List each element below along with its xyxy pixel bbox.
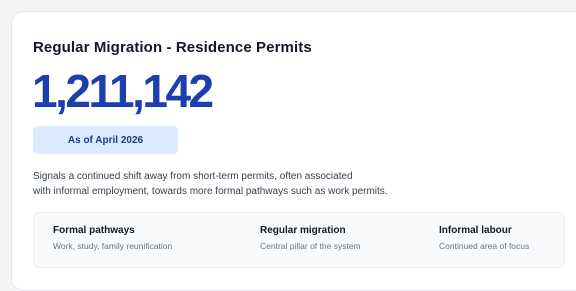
description-line: Signals a continued shift away from shor…: [33, 171, 353, 182]
residence-permits-card: Regular Migration - Residence Permits 1,…: [11, 11, 576, 291]
pathway-formal: Formal pathways Work, study, family reun…: [53, 225, 172, 251]
pathway-subtitle: Work, study, family reunification: [53, 241, 173, 251]
pathway-title: Informal labour: [439, 225, 512, 236]
pathway-title: Formal pathways: [53, 225, 135, 236]
pathway-subtitle: Central pillar of the system: [260, 241, 361, 251]
pathway-title: Regular migration: [260, 225, 346, 236]
pathway-regular-migration: Regular migration Central pillar of the …: [260, 225, 361, 251]
total-permits-value: 1,211,142: [32, 65, 214, 117]
card-description: Signals a continued shift away from shor…: [33, 169, 433, 199]
pathways-panel: Formal pathways Work, study, family reun…: [33, 212, 565, 268]
pathway-subtitle: Continued area of focus: [439, 241, 530, 251]
description-line: with informal employment, towards more f…: [33, 186, 388, 197]
as-of-date-badge: As of April 2026: [33, 126, 178, 154]
pathway-informal-labour: Informal labour Continued area of focus: [439, 225, 529, 251]
card-title: Regular Migration - Residence Permits: [33, 39, 312, 56]
